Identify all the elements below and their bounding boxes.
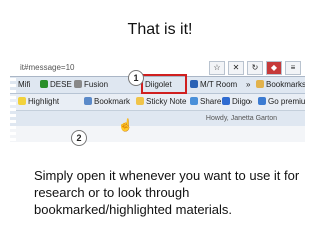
extension-icon[interactable]: ◆ xyxy=(266,61,282,75)
bookmark-label: Fusion xyxy=(84,80,109,89)
bookmark-icon xyxy=(84,97,92,105)
premium-icon xyxy=(258,97,266,105)
refresh-icon[interactable]: ↻ xyxy=(247,61,263,75)
close-icon[interactable]: ✕ xyxy=(228,61,244,75)
bookmark-fusion[interactable]: Fusion xyxy=(74,80,108,89)
mt-room-icon xyxy=(190,80,198,88)
menu-icon[interactable]: ≡ xyxy=(285,61,301,75)
diigo-icon xyxy=(222,97,230,105)
browser-screenshot: it#message=10 ☆ ✕ ↻ ◆ ≡ Mifi DESE Fusion… xyxy=(10,60,305,142)
dese-icon xyxy=(40,80,48,88)
callout-1: 1 xyxy=(128,70,144,86)
go-premium-button[interactable]: Go premium! xyxy=(258,97,315,106)
bookmark-label: Mifi xyxy=(18,80,31,89)
slide-title: That is it! xyxy=(127,21,193,38)
bookmarks-more[interactable]: » xyxy=(246,80,250,89)
diigo-toolbar: Highlight Bookmark Sticky Note Share Dii… xyxy=(10,94,305,111)
callout-2: 2 xyxy=(71,130,87,146)
page-strip xyxy=(10,126,305,142)
bookmarks-folder-icon xyxy=(256,80,264,88)
bookmark-label: DESE xyxy=(50,80,72,89)
sticky-note-icon xyxy=(136,97,144,105)
bookmark-dese[interactable]: DESE xyxy=(40,80,72,89)
highlight-label: Highlight xyxy=(28,97,60,106)
address-url[interactable]: it#message=10 xyxy=(20,63,74,72)
hand-cursor-icon: ☝ xyxy=(118,118,133,132)
diigolet-highlight-box xyxy=(141,74,187,94)
howdy-row: Howdy, Janetta Garton xyxy=(10,114,305,126)
bookmark-mt-room[interactable]: M/T Room xyxy=(190,80,237,89)
share-icon xyxy=(190,97,198,105)
sticky-note-label: Sticky Note xyxy=(146,97,187,106)
howdy-text: Howdy, Janetta Garton xyxy=(205,115,277,122)
diigo-button[interactable]: Diigo xyxy=(222,97,250,106)
diigo-more[interactable]: » xyxy=(248,97,252,106)
bookmarks-menu[interactable]: Bookmarks xyxy=(256,80,307,89)
slide-body-text: Simply open it whenever you want to use … xyxy=(34,168,300,217)
highlight-button[interactable]: Highlight xyxy=(18,97,59,106)
star-icon[interactable]: ☆ xyxy=(209,61,225,75)
torn-edge xyxy=(10,60,16,142)
address-bar-buttons: ☆ ✕ ↻ ◆ ≡ xyxy=(209,61,301,75)
bookmarks-menu-label: Bookmarks xyxy=(266,80,307,89)
share-button[interactable]: Share xyxy=(190,97,221,106)
bookmark-mifi[interactable]: Mifi xyxy=(18,80,30,89)
fusion-icon xyxy=(74,80,82,88)
bookmark-label: M/T Room xyxy=(200,80,238,89)
sticky-note-button[interactable]: Sticky Note xyxy=(136,97,186,106)
go-premium-label: Go premium! xyxy=(268,97,315,106)
bookmark-button[interactable]: Bookmark xyxy=(84,97,130,106)
bookmark-button-label: Bookmark xyxy=(94,97,131,106)
highlight-icon xyxy=(18,97,26,105)
share-label: Share xyxy=(200,97,222,106)
